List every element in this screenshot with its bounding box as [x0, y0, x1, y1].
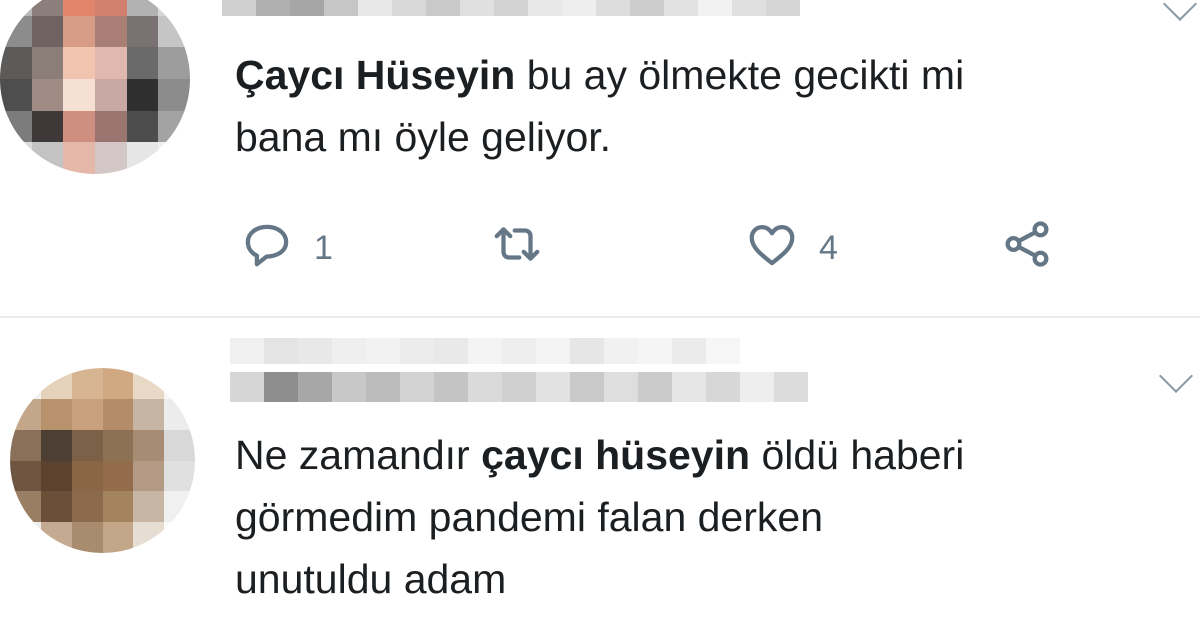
tweet-text-line: Ne zamandır çaycı hüseyin öldü haberi	[235, 424, 964, 486]
like-count: 4	[819, 228, 838, 267]
reply-count: 1	[314, 228, 333, 267]
user-name-pixelated	[222, 0, 800, 16]
chevron-down-icon[interactable]	[1163, 0, 1197, 21]
tweet: Çaycı Hüseyin bu ay ölmekte gecikti mi b…	[0, 0, 1200, 318]
tweet-text-line: Çaycı Hüseyin bu ay ölmekte gecikti mi	[235, 44, 964, 106]
tweet-text-segment: Ne zamandır	[235, 432, 482, 478]
tweet-text: Ne zamandır çaycı hüseyin öldü haberi gö…	[235, 424, 964, 610]
reply-icon	[240, 217, 294, 280]
tweet-text-line: görmedim pandemi falan derken	[235, 494, 823, 540]
like-button[interactable]: 4	[745, 220, 838, 276]
avatar[interactable]	[10, 368, 195, 553]
tweet-text-segment: öldü haberi	[750, 432, 965, 478]
mention-text: Çaycı Hüseyin	[235, 52, 516, 98]
retweet-icon	[490, 217, 544, 280]
user-name-pixelated	[230, 338, 740, 364]
share-button[interactable]	[1000, 220, 1054, 276]
tweet-text-line: unutuldu adam	[235, 556, 507, 602]
user-handle-pixelated	[230, 372, 808, 402]
tweet-text-line: bana mı öyle geliyor.	[235, 114, 612, 160]
avatar[interactable]	[0, 0, 190, 174]
mention-text: çaycı hüseyin	[481, 432, 751, 478]
share-icon	[1000, 217, 1054, 280]
retweet-button[interactable]	[490, 220, 544, 276]
tweet-actions: 1 4	[240, 220, 1060, 276]
tweet-text-segment: bu ay ölmekte gecikti mi	[515, 52, 965, 98]
reply-button[interactable]: 1	[240, 220, 333, 276]
heart-icon	[745, 217, 799, 280]
tweet-text: Çaycı Hüseyin bu ay ölmekte gecikti mi b…	[235, 44, 964, 168]
